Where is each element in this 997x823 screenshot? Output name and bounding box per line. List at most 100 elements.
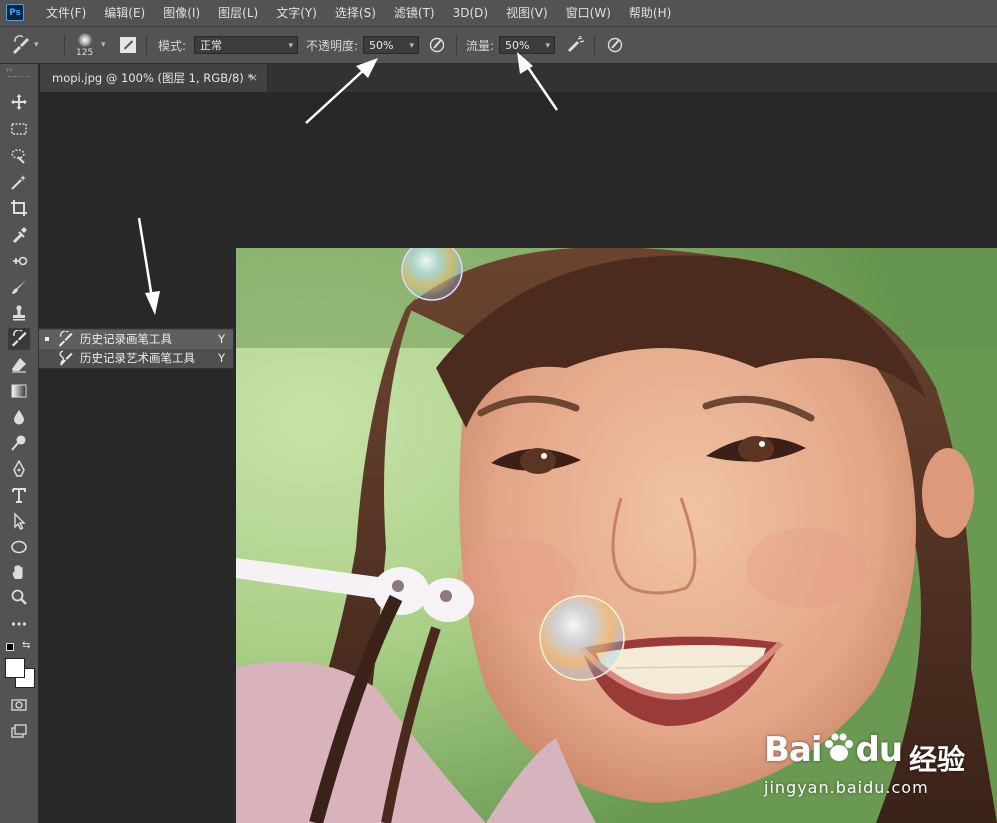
tool-preset-picker[interactable]: ▾ bbox=[10, 27, 39, 63]
opacity-input[interactable]: 50% ▾ bbox=[363, 36, 419, 54]
type-icon bbox=[12, 488, 26, 503]
history-brush-flyout: 历史记录画笔工具 Y 历史记录艺术画笔工具 Y bbox=[38, 328, 234, 369]
crop-icon bbox=[11, 200, 27, 216]
blur-tool[interactable] bbox=[8, 406, 30, 428]
menu-items: 文件(F) 编辑(E) 图像(I) 图层(L) 文字(Y) 选择(S) 滤镜(T… bbox=[46, 0, 689, 26]
history-brush-icon bbox=[12, 330, 27, 347]
divider bbox=[146, 35, 147, 55]
airbrush-icon bbox=[568, 36, 585, 52]
healing-brush-tool[interactable] bbox=[8, 250, 30, 272]
menu-help[interactable]: 帮助(H) bbox=[629, 0, 677, 26]
hand-tool[interactable] bbox=[8, 561, 30, 583]
quick-mask-toggle[interactable] bbox=[8, 694, 30, 716]
type-tool[interactable] bbox=[8, 484, 30, 506]
document-tab[interactable]: mopi.jpg @ 100% (图层 1, RGB/8) * × bbox=[40, 64, 268, 92]
panel-grip[interactable] bbox=[8, 76, 30, 80]
pressure-pen-icon bbox=[429, 37, 445, 53]
dodge-icon bbox=[11, 435, 26, 451]
flow-input[interactable]: 50% ▾ bbox=[499, 36, 555, 54]
chevron-down-icon: ▾ bbox=[409, 41, 414, 51]
menu-window[interactable]: 窗口(W) bbox=[566, 0, 617, 26]
flyout-item-label: 历史记录画笔工具 bbox=[80, 332, 172, 346]
close-icon[interactable]: × bbox=[249, 64, 258, 92]
pressure-opacity-toggle[interactable] bbox=[428, 27, 446, 63]
clone-stamp-tool[interactable] bbox=[8, 302, 30, 324]
gradient-tool[interactable] bbox=[8, 380, 30, 402]
mode-label: 模式: bbox=[158, 38, 187, 53]
watermark-brand: Bai bbox=[764, 730, 823, 770]
lasso-tool[interactable] bbox=[8, 145, 30, 167]
brush-tool[interactable] bbox=[8, 276, 30, 298]
menu-type[interactable]: 文字(Y) bbox=[276, 0, 323, 26]
divider bbox=[456, 35, 457, 55]
pressure-size-icon bbox=[607, 37, 623, 53]
brush-panel-toggle[interactable] bbox=[120, 27, 136, 63]
brush-size-label: 125 bbox=[76, 47, 94, 58]
menu-layer[interactable]: 图层(L) bbox=[218, 0, 264, 26]
brush-tip-icon bbox=[77, 32, 92, 47]
default-colors-icon[interactable] bbox=[6, 643, 14, 651]
options-bar: ▾ 125 ▾ 模式: 正常 ▾ 不透明度: 50% ▾ 流量: 50% ▾ bbox=[0, 27, 997, 64]
brush-icon bbox=[12, 280, 26, 294]
more-tools[interactable] bbox=[8, 612, 30, 634]
swap-colors-icon[interactable]: ⇆ bbox=[22, 640, 30, 651]
magic-wand-icon bbox=[11, 175, 26, 190]
flyout-item-shortcut: Y bbox=[217, 332, 225, 346]
menu-select[interactable]: 选择(S) bbox=[335, 0, 382, 26]
menu-file[interactable]: 文件(F) bbox=[46, 0, 92, 26]
blur-drop-icon bbox=[14, 410, 24, 425]
ellipse-tool[interactable] bbox=[8, 536, 30, 558]
divider bbox=[64, 35, 65, 55]
chevron-down-icon: ▾ bbox=[545, 41, 550, 51]
selected-indicator-icon bbox=[45, 337, 49, 341]
watermark-brand-suffix: du bbox=[855, 730, 904, 770]
flyout-item-label: 历史记录艺术画笔工具 bbox=[80, 351, 195, 365]
rectangular-marquee-icon bbox=[11, 123, 27, 135]
tools-panel: ›› ⇆ bbox=[0, 64, 39, 823]
eraser-tool[interactable] bbox=[8, 354, 30, 376]
flyout-item-history-brush[interactable]: 历史记录画笔工具 Y bbox=[39, 330, 233, 349]
document-tab-title: mopi.jpg @ 100% (图层 1, RGB/8) * bbox=[52, 71, 254, 85]
marquee-tool[interactable] bbox=[8, 118, 30, 140]
mode-value: 正常 bbox=[200, 39, 222, 52]
foreground-color-swatch[interactable] bbox=[5, 658, 25, 678]
screen-mode-toggle[interactable] bbox=[8, 720, 30, 742]
watermark-url: jingyan.baidu.com bbox=[764, 778, 929, 797]
quick-mask-icon bbox=[11, 699, 27, 711]
brush-picker-chevron[interactable]: ▾ bbox=[101, 27, 106, 63]
move-tool[interactable] bbox=[8, 91, 30, 113]
pen-icon bbox=[13, 460, 25, 477]
menu-3d[interactable]: 3D(D) bbox=[453, 0, 494, 26]
history-brush-icon bbox=[58, 331, 73, 347]
spot-healing-icon bbox=[13, 256, 28, 266]
path-selection-tool[interactable] bbox=[8, 510, 30, 532]
eyedropper-icon bbox=[13, 227, 27, 243]
divider bbox=[594, 35, 595, 55]
history-brush-tool[interactable] bbox=[8, 328, 30, 350]
crop-tool[interactable] bbox=[8, 197, 30, 219]
pen-tool[interactable] bbox=[8, 458, 30, 480]
move-icon bbox=[11, 94, 27, 110]
eyedropper-tool[interactable] bbox=[8, 224, 30, 246]
history-brush-icon bbox=[13, 35, 29, 54]
zoom-icon bbox=[11, 589, 27, 605]
brush-picker[interactable]: 125 bbox=[76, 27, 93, 63]
menu-view[interactable]: 视图(V) bbox=[506, 0, 554, 26]
chevron-down-icon: ▾ bbox=[288, 41, 293, 51]
magic-wand-tool[interactable] bbox=[8, 171, 30, 193]
hand-icon bbox=[12, 565, 23, 579]
art-history-brush-icon bbox=[59, 350, 73, 366]
chevron-down-icon: ▾ bbox=[101, 40, 106, 50]
flyout-item-art-history-brush[interactable]: 历史记录艺术画笔工具 Y bbox=[39, 349, 233, 368]
menu-edit[interactable]: 编辑(E) bbox=[104, 0, 151, 26]
menu-image[interactable]: 图像(I) bbox=[163, 0, 206, 26]
panel-collapse-icon[interactable]: ›› bbox=[6, 65, 12, 74]
quick-selection-icon bbox=[11, 149, 25, 164]
zoom-tool[interactable] bbox=[8, 586, 30, 608]
pressure-size-toggle[interactable] bbox=[606, 27, 624, 63]
photoshop-logo[interactable]: Ps bbox=[6, 4, 24, 21]
mode-select[interactable]: 正常 ▾ bbox=[194, 36, 298, 54]
airbrush-toggle[interactable] bbox=[565, 27, 585, 63]
menu-filter[interactable]: 滤镜(T) bbox=[394, 0, 441, 26]
dodge-tool[interactable] bbox=[8, 432, 30, 454]
